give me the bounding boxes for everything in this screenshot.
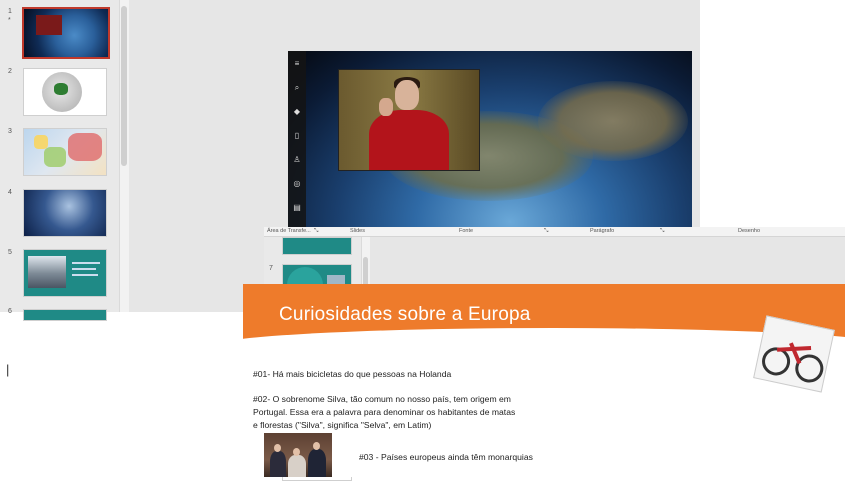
text-line bbox=[72, 262, 100, 264]
thumbnail-scrollbar[interactable] bbox=[119, 0, 129, 312]
slide-thumbnail-3[interactable] bbox=[23, 128, 107, 176]
video-thumb bbox=[36, 15, 62, 35]
current-slide-canvas[interactable]: Curiosidades sobre a Europa #01- Há mais… bbox=[243, 284, 845, 477]
slide-thumbnail-2[interactable] bbox=[23, 68, 107, 116]
curiosity-item-2-line-1[interactable]: #02- O sobrenome Silva, tão comum no nos… bbox=[253, 393, 511, 405]
text-cursor: | bbox=[6, 362, 10, 377]
layers-icon[interactable]: ◆ bbox=[292, 107, 302, 117]
bookmark-icon[interactable]: ▯ bbox=[292, 131, 302, 141]
google-earth-video[interactable]: ≡ ⌕ ◆ ▯ ♙ ◎ ▤ bbox=[288, 51, 692, 231]
slide-thumbnail-4[interactable] bbox=[23, 189, 107, 237]
search-icon[interactable]: ⌕ bbox=[292, 83, 302, 93]
person bbox=[288, 455, 306, 477]
slide-thumbnail-pane: 1 * 2 3 4 5 6 bbox=[0, 0, 120, 321]
location-icon[interactable]: ◎ bbox=[292, 179, 302, 189]
curiosity-item-2-line-2[interactable]: Portugal. Essa era a palavra para denomi… bbox=[253, 406, 515, 418]
slide-thumbnail-6[interactable] bbox=[282, 237, 352, 255]
expand-icon[interactable]: ⤡ bbox=[314, 228, 318, 235]
person-head bbox=[395, 80, 419, 110]
slide-animation-mark: * bbox=[8, 17, 11, 24]
slide-thumbnail-6[interactable] bbox=[23, 309, 107, 321]
curiosity-item-1[interactable]: #01- Há mais bicicletas do que pessoas n… bbox=[253, 368, 451, 380]
map-region bbox=[44, 147, 66, 167]
ribbon-clipboard-label[interactable]: Área de Transfe... bbox=[267, 228, 311, 234]
slide-thumbnail-1[interactable] bbox=[22, 7, 110, 59]
map-region bbox=[34, 135, 48, 149]
person bbox=[270, 451, 286, 477]
continent-shape bbox=[538, 81, 688, 161]
person-body bbox=[369, 110, 449, 170]
person-head bbox=[293, 448, 300, 456]
slide-number: 1 bbox=[8, 8, 12, 15]
film-icon[interactable]: ▤ bbox=[292, 203, 302, 213]
slide-number: 5 bbox=[8, 249, 12, 256]
slide-title[interactable]: Curiosidades sobre a Europa bbox=[279, 304, 531, 326]
curiosity-item-3[interactable]: #03 - Países europeus ainda têm monarqui… bbox=[359, 451, 533, 463]
ribbon-slides-label[interactable]: Slides bbox=[350, 228, 365, 234]
person-hand-phone bbox=[379, 98, 393, 116]
menu-icon[interactable]: ≡ bbox=[292, 59, 302, 69]
map-region bbox=[68, 133, 102, 161]
earth-toolbar: ≡ ⌕ ◆ ▯ ♙ ◎ ▤ bbox=[288, 51, 306, 231]
text-line bbox=[72, 274, 98, 276]
slide-number: 3 bbox=[8, 128, 12, 135]
slide-header-wave bbox=[243, 328, 845, 368]
slide-number: 6 bbox=[8, 308, 12, 315]
mountain-image bbox=[28, 256, 66, 288]
bicycle-image[interactable] bbox=[753, 315, 835, 393]
slide-number: 4 bbox=[8, 189, 12, 196]
expand-icon[interactable]: ⤡ bbox=[544, 228, 548, 235]
text-line bbox=[72, 268, 96, 270]
person bbox=[308, 449, 326, 477]
ribbon-paragraph-label[interactable]: Parágrafo bbox=[590, 228, 614, 234]
royal-family-photo[interactable] bbox=[264, 433, 332, 477]
person-icon[interactable]: ♙ bbox=[292, 155, 302, 165]
ribbon-group-labels: Área de Transfe... ⤡ Slides Fonte ⤡ Pará… bbox=[264, 227, 845, 237]
webcam-overlay bbox=[338, 69, 480, 171]
curiosity-item-2-line-3[interactable]: e florestas ("Silva", significa "Selva",… bbox=[253, 419, 431, 431]
slide-number: 7 bbox=[269, 265, 273, 272]
slide-number: 2 bbox=[8, 68, 12, 75]
scrollbar-thumb[interactable] bbox=[121, 6, 127, 166]
europe-highlight bbox=[54, 83, 68, 95]
person-head bbox=[274, 444, 281, 452]
person-head bbox=[313, 442, 320, 450]
ribbon-font-label[interactable]: Fonte bbox=[459, 228, 473, 234]
expand-icon[interactable]: ⤡ bbox=[660, 228, 664, 235]
ribbon-drawing-label[interactable]: Desenho bbox=[738, 228, 760, 234]
slide-thumbnail-5[interactable] bbox=[23, 249, 107, 297]
